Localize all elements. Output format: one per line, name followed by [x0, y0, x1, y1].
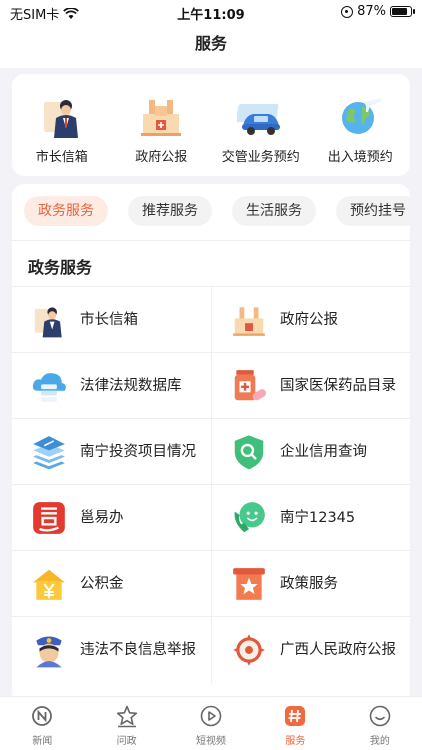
- service-label: 国家医保药品目录: [280, 377, 396, 394]
- service-row: 市长信箱 政府公报: [12, 286, 410, 353]
- service-item-nanning-12345[interactable]: 南宁12345: [211, 485, 410, 551]
- nav-item-mine[interactable]: 我的: [338, 697, 422, 750]
- gx-emblem-icon: [233, 634, 265, 666]
- quick-label: 出入境预约: [327, 150, 393, 165]
- government-bulletin-icon: [141, 100, 182, 136]
- service-item-law-database[interactable]: 法律法规数据库: [12, 353, 211, 419]
- service-item-policy-services[interactable]: 政策服务: [211, 551, 410, 617]
- service-item-mayor-mailbox[interactable]: 市长信箱: [12, 287, 211, 353]
- traffic-car-icon: [236, 104, 280, 135]
- service-row: 邕易办 南宁12345: [12, 484, 410, 551]
- service-item-government-bulletin[interactable]: 政府公报: [211, 287, 410, 353]
- service-label: 企业信用查询: [280, 443, 367, 460]
- police-report-icon: [36, 636, 62, 668]
- star-icon: [116, 705, 137, 728]
- service-label: 广西人民政府公报: [280, 641, 396, 658]
- government-bulletin-icon: [233, 307, 265, 336]
- rotation-lock-icon: [341, 5, 354, 18]
- quick-item-mayor-mailbox[interactable]: 市长信箱: [12, 74, 112, 176]
- cloud-database-icon: [32, 373, 66, 402]
- medicine-icon: [234, 370, 266, 401]
- service-label: 违法不良信息举报: [80, 641, 196, 658]
- tab-government-services[interactable]: 政务服务: [24, 196, 108, 226]
- quick-item-traffic-appointment[interactable]: 交管业务预约: [211, 74, 311, 176]
- nav-label: 我的: [369, 736, 390, 747]
- smile-icon: [369, 705, 391, 727]
- house-yuan-icon: [33, 569, 65, 600]
- quick-access-card: 市长信箱 政府公报 交管业务预约 出入境预约: [12, 74, 410, 176]
- play-icon: [200, 705, 222, 727]
- battery-icon: [390, 6, 415, 17]
- service-item-housing-fund[interactable]: 公积金: [12, 551, 211, 617]
- service-row: 南宁投资项目情况 企业信用查询: [12, 418, 410, 485]
- layers-icon: [33, 436, 65, 470]
- mayor-mailbox-icon: [34, 307, 62, 338]
- status-bar: 无SIM卡 上午11:09 87%: [0, 0, 422, 24]
- service-label: 政府公报: [280, 311, 338, 328]
- service-row: 法律法规数据库 国家医保药品目录: [12, 352, 410, 419]
- globe-plane-icon: [342, 98, 383, 134]
- policy-star-icon: [233, 568, 265, 600]
- shield-search-icon: [234, 435, 264, 470]
- quick-item-exit-entry[interactable]: 出入境预约: [311, 74, 411, 176]
- nav-item-services[interactable]: 服务: [253, 697, 337, 750]
- service-label: 政策服务: [280, 575, 338, 592]
- tab-appointment[interactable]: 预约挂号: [336, 196, 410, 226]
- nav-item-inquiry[interactable]: 问政: [84, 697, 168, 750]
- yong-app-icon: [33, 502, 65, 534]
- tab-life-services[interactable]: 生活服务: [232, 196, 316, 226]
- nav-label: 问政: [116, 736, 137, 747]
- phone-hotline-icon: [234, 502, 265, 533]
- service-grid: 市长信箱 政府公报 法律法规数据库 国家医保药品目录 南宁投资项目情况 企业信用…: [12, 286, 410, 683]
- battery-fill: [392, 8, 407, 15]
- quick-item-government-bulletin[interactable]: 政府公报: [112, 74, 212, 176]
- section-title: 政务服务: [28, 258, 93, 277]
- service-label: 法律法规数据库: [80, 377, 182, 394]
- tab-recommended-services[interactable]: 推荐服务: [128, 196, 212, 226]
- divider: [12, 240, 410, 241]
- service-item-yong-yi-ban[interactable]: 邕易办: [12, 485, 211, 551]
- news-icon: [32, 706, 53, 726]
- quick-label: 政府公报: [135, 150, 188, 165]
- service-label: 邕易办: [80, 509, 124, 526]
- service-row: 违法不良信息举报 广西人民政府公报: [12, 616, 410, 683]
- page-title: 服务: [0, 24, 422, 68]
- service-item-medicine-catalog[interactable]: 国家医保药品目录: [211, 353, 410, 419]
- nav-item-short-video[interactable]: 短视频: [169, 697, 253, 750]
- battery-percent: 87%: [357, 4, 386, 19]
- nav-label: 服务: [285, 736, 306, 747]
- category-tabs: 政务服务 推荐服务 生活服务 预约挂号: [24, 196, 410, 228]
- service-label: 公积金: [80, 575, 124, 592]
- nav-label: 短视频: [196, 736, 227, 747]
- service-item-gx-gov-bulletin[interactable]: 广西人民政府公报: [211, 617, 410, 683]
- nav-item-news[interactable]: 新闻: [0, 697, 84, 750]
- service-label: 市长信箱: [80, 311, 138, 328]
- service-hash-icon: [285, 706, 306, 726]
- service-item-investment-projects[interactable]: 南宁投资项目情况: [12, 419, 211, 485]
- service-item-illegal-report[interactable]: 违法不良信息举报: [12, 617, 211, 683]
- quick-label: 交管业务预约: [221, 150, 300, 165]
- service-label: 南宁12345: [280, 509, 356, 526]
- nav-label: 新闻: [32, 736, 53, 747]
- quick-label: 市长信箱: [35, 150, 88, 165]
- service-label: 南宁投资项目情况: [80, 443, 196, 460]
- bottom-nav: 新闻 问政 短视频 服务 我的: [0, 696, 422, 750]
- service-row: 公积金 政策服务: [12, 550, 410, 617]
- service-item-credit-inquiry[interactable]: 企业信用查询: [211, 419, 410, 485]
- mayor-mailbox-icon: [43, 100, 78, 138]
- service-card: 政务服务 推荐服务 生活服务 预约挂号 政务服务 市长信箱 政府公报 法律法规数…: [12, 184, 410, 704]
